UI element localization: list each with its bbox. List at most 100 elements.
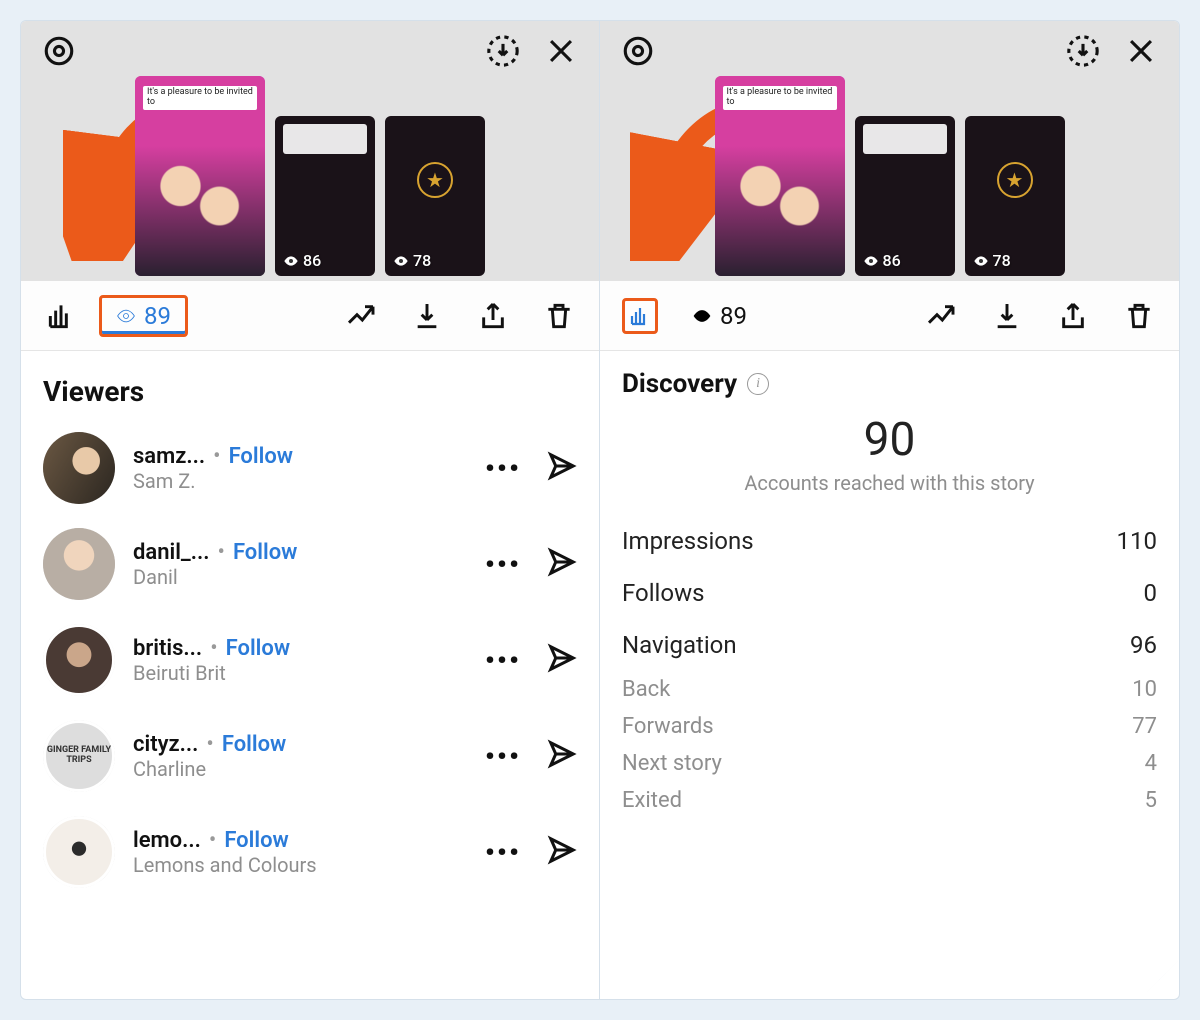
stat-label: Forwards [622,714,714,739]
story-thumbnails: It's a pleasure to be invited to 89 86 ★… [715,76,1065,276]
avatar[interactable] [43,624,115,696]
avatar[interactable] [43,432,115,504]
story-thumbnail[interactable]: 86 [275,116,375,276]
send-icon[interactable] [547,739,577,773]
more-icon[interactable]: ••• [485,452,521,485]
story-caption: It's a pleasure to be invited to [723,86,837,110]
pane-viewers: It's a pleasure to be invited to 89 86 ★… [21,21,600,999]
username[interactable]: britis... [133,636,202,661]
viewer-row: lemo...•Follow Lemons and Colours ••• [43,804,577,900]
reach-count: 90 [622,413,1157,467]
username[interactable]: lemo... [133,828,201,853]
stat-row: Navigation 96 [622,619,1157,671]
viewer-row: samz...•Follow Sam Z. ••• [43,420,577,516]
settings-icon[interactable] [39,31,79,71]
save-icon[interactable] [989,298,1025,334]
story-thumbnail[interactable]: ★ 78 [385,116,485,276]
send-icon[interactable] [547,547,577,581]
username[interactable]: danil_... [133,540,210,565]
follow-button[interactable]: Follow [226,636,290,661]
nav-breakdown-row: Next story 4 [622,745,1157,782]
insights-content: Discovery i 90 Accounts reached with thi… [600,351,1179,999]
story-thumbnail-active[interactable]: It's a pleasure to be invited to 89 [715,76,845,276]
views-tab[interactable]: 89 [99,295,188,337]
settings-icon[interactable] [618,31,658,71]
story-thumbnail[interactable]: 86 [855,116,955,276]
username[interactable]: samz... [133,444,205,469]
comparison-frame: It's a pleasure to be invited to 89 86 ★… [20,20,1180,1000]
more-icon[interactable]: ••• [485,836,521,869]
save-icon[interactable] [409,298,445,334]
viewers-content: Viewers samz...•Follow Sam Z. ••• danil_… [21,351,599,999]
view-count: 89 [720,302,747,330]
info-icon[interactable]: i [747,373,769,395]
close-icon[interactable] [1121,31,1161,71]
stat-label: Impressions [622,527,754,555]
story-thumbnail-active[interactable]: It's a pleasure to be invited to 89 [135,76,265,276]
story-thumbnail[interactable]: ★ 78 [965,116,1065,276]
download-icon[interactable] [483,31,523,71]
stat-label: Next story [622,751,722,776]
display-name: Danil [133,565,467,589]
stat-label: Back [622,677,670,702]
stat-value: 96 [1130,631,1157,659]
display-name: Charline [133,757,467,781]
viewer-row: britis...•Follow Beiruti Brit ••• [43,612,577,708]
stat-value: 77 [1132,714,1157,739]
story-caption: It's a pleasure to be invited to [143,86,257,110]
display-name: Beiruti Brit [133,661,467,685]
nav-breakdown-row: Exited 5 [622,782,1157,819]
stat-row: Impressions 110 [622,515,1157,567]
viewer-row: danil_...•Follow Danil ••• [43,516,577,612]
more-icon[interactable]: ••• [485,740,521,773]
viewers-title: Viewers [43,375,577,408]
more-icon[interactable]: ••• [485,548,521,581]
stat-value: 0 [1144,579,1158,607]
story-action-bar: 89 [21,281,599,351]
send-icon[interactable] [547,643,577,677]
follow-button[interactable]: Follow [229,444,293,469]
stat-value: 10 [1132,677,1157,702]
close-icon[interactable] [541,31,581,71]
display-name: Lemons and Colours [133,853,467,877]
views-tab[interactable]: 89 [678,298,761,334]
avatar[interactable] [43,528,115,600]
story-thumbnails: It's a pleasure to be invited to 89 86 ★… [135,76,485,276]
follow-button[interactable]: Follow [222,732,286,757]
follow-button[interactable]: Follow [233,540,297,565]
stat-row: Follows 0 [622,567,1157,619]
promote-icon[interactable] [923,298,959,334]
promote-icon[interactable] [343,298,379,334]
nav-breakdown-row: Forwards 77 [622,708,1157,745]
pane-insights: It's a pleasure to be invited to 89 86 ★… [600,21,1179,999]
share-icon[interactable] [1055,298,1091,334]
insights-icon[interactable] [622,298,658,334]
reach-caption: Accounts reached with this story [730,471,1050,495]
story-header: It's a pleasure to be invited to 89 86 ★… [600,21,1179,281]
username[interactable]: cityz... [133,732,198,757]
stat-label: Exited [622,788,682,813]
insights-icon[interactable] [43,298,79,334]
view-count: 89 [144,302,171,330]
send-icon[interactable] [547,835,577,869]
display-name: Sam Z. [133,469,467,493]
more-icon[interactable]: ••• [485,644,521,677]
delete-icon[interactable] [541,298,577,334]
story-header: It's a pleasure to be invited to 89 86 ★… [21,21,599,281]
stat-value: 4 [1145,751,1157,776]
nav-breakdown-row: Back 10 [622,671,1157,708]
stat-value: 5 [1145,788,1157,813]
avatar[interactable]: GINGER FAMILY TRIPS [43,720,115,792]
download-icon[interactable] [1063,31,1103,71]
stat-label: Follows [622,579,705,607]
share-icon[interactable] [475,298,511,334]
viewer-row: GINGER FAMILY TRIPS cityz...•Follow Char… [43,708,577,804]
send-icon[interactable] [547,451,577,485]
stat-label: Navigation [622,631,737,659]
follow-button[interactable]: Follow [224,828,288,853]
discovery-title: Discovery [622,369,737,399]
story-action-bar: 89 [600,281,1179,351]
avatar[interactable] [43,816,115,888]
delete-icon[interactable] [1121,298,1157,334]
stat-value: 110 [1117,527,1157,555]
